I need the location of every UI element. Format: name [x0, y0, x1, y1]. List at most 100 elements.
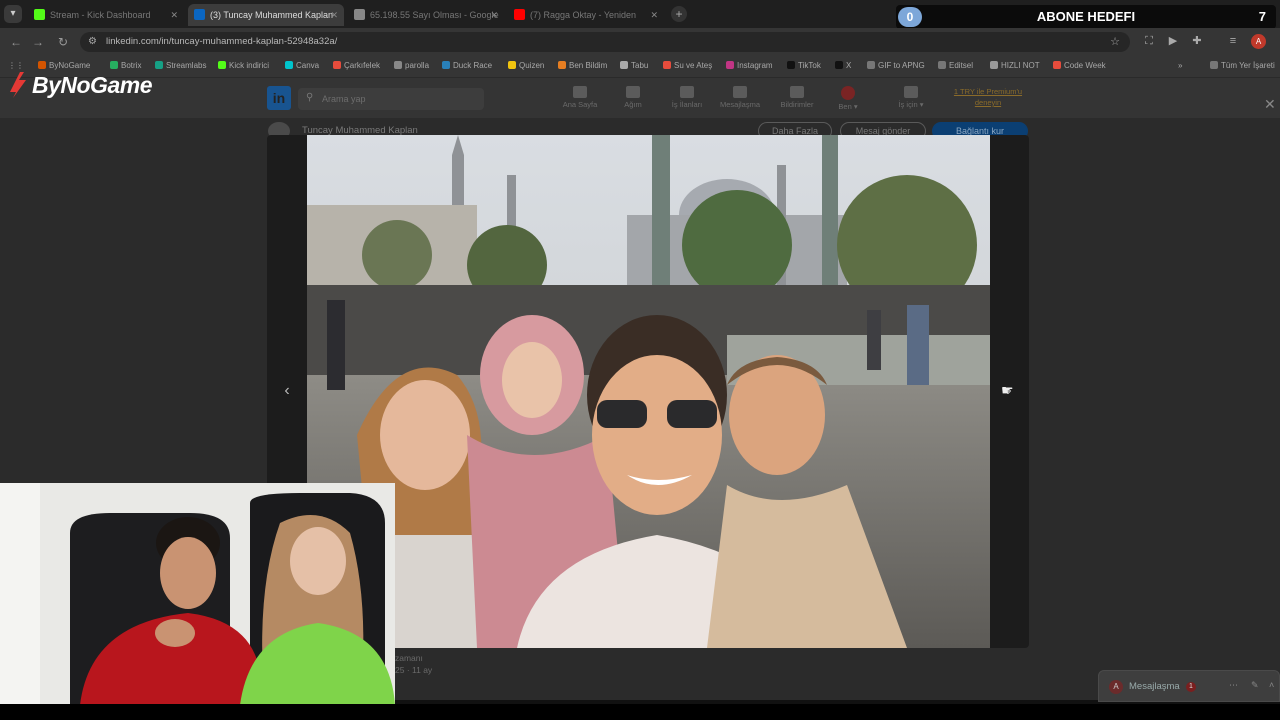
downloads-icon[interactable]: ≡ — [1226, 34, 1240, 48]
bookmark-item[interactable]: ByNoGame — [38, 61, 90, 70]
bookmark-item[interactable]: Quizen — [508, 61, 544, 70]
bookmark-item[interactable]: Çarkıfelek — [333, 61, 380, 70]
nav-messaging-label: Mesajlaşma — [719, 100, 760, 109]
nav-network[interactable]: Ağım — [608, 82, 658, 109]
bookmark-star-icon[interactable]: ☆ — [1108, 35, 1122, 49]
browser-tab[interactable]: Stream - Kick Dashboard ✕ — [28, 4, 184, 26]
bookmark-item[interactable]: Botrix — [110, 61, 141, 70]
linkedin-logo[interactable]: in — [267, 86, 291, 110]
close-icon[interactable]: ✕ — [1264, 96, 1276, 113]
nav-home-icon — [573, 86, 587, 98]
tab-close-icon[interactable]: ✕ — [650, 4, 658, 26]
nav-network-icon — [626, 86, 640, 98]
bookmark-item[interactable]: parolla — [394, 61, 429, 70]
bookmark-favicon-icon — [508, 61, 516, 69]
tab-close-icon[interactable]: ✕ — [330, 4, 338, 26]
brand-name: ByNoGame — [32, 72, 152, 98]
premium-link[interactable]: 1 TRY ile Premium'u deneyin — [948, 86, 1028, 108]
nav-home-label: Ana Sayfa — [562, 100, 598, 109]
webcam-feed-image — [0, 483, 395, 705]
bookmark-label: Botrix — [121, 61, 142, 70]
bookmark-favicon-icon — [726, 61, 734, 69]
new-tab-button[interactable]: + — [671, 6, 687, 22]
tab-label: 65.198.55 Sayı Olması - Google — [370, 10, 499, 20]
post-meta-line-1: zamanı — [395, 653, 423, 663]
bookmark-favicon-icon — [938, 61, 946, 69]
post-meta-line-2: 25 · 11 ay — [395, 665, 433, 675]
bookmark-item[interactable]: Instagram — [726, 61, 773, 70]
nav-notifications[interactable]: Bildirimler — [772, 82, 822, 109]
extensions-icon[interactable]: ✚ — [1190, 34, 1204, 48]
bookmark-favicon-icon — [787, 61, 795, 69]
bookmark-label: Ben Bildim — [569, 61, 608, 70]
bookmark-label: X — [846, 61, 852, 70]
bookmark-item[interactable]: Code Week — [1053, 61, 1106, 70]
tab-close-icon[interactable]: ✕ — [170, 4, 178, 26]
bynogame-mark-icon — [10, 72, 26, 98]
bookmark-item[interactable]: X — [835, 61, 851, 70]
bookmark-favicon-icon — [333, 61, 341, 69]
messaging-widget[interactable]: A Mesajlaşma 1 ⋯ ✎ ˄ — [1098, 670, 1280, 702]
search-icon: ⚲ — [306, 92, 314, 103]
bookmark-favicon-icon — [835, 61, 843, 69]
bookmark-favicon-icon — [285, 61, 293, 69]
bookmark-item[interactable]: GIF to APNG — [867, 61, 925, 70]
chevron-up-icon[interactable]: ˄ — [1269, 680, 1274, 690]
browser-tab[interactable]: (7) Ragga Oktay - Yeniden ✕ — [508, 4, 664, 26]
nav-messaging-icon — [733, 86, 747, 98]
nav-jobs[interactable]: İş İlanları — [662, 82, 712, 109]
bookmark-favicon-icon — [663, 61, 671, 69]
all-bookmarks-folder[interactable]: Tüm Yer İşareti — [1210, 61, 1275, 70]
bookmark-item[interactable]: Canva — [285, 61, 319, 70]
screen-capture-icon[interactable]: ⛶ — [1142, 34, 1156, 48]
goal-label: ABONE HEDEFI — [1036, 9, 1136, 24]
profile-avatar[interactable]: A — [1251, 34, 1266, 49]
more-options-icon[interactable]: ⋯ — [1229, 680, 1238, 691]
bookmark-label: Canva — [296, 61, 320, 70]
bookmark-item[interactable]: Kick indirici — [218, 61, 269, 70]
tab-close-icon[interactable]: ✕ — [490, 4, 498, 26]
nav-business[interactable]: İş için ▾ — [886, 82, 936, 109]
bookmark-label: GIF to APNG — [878, 61, 925, 70]
all-bookmarks-label: Tüm Yer İşareti — [1221, 61, 1275, 70]
bookmark-label: Duck Race — [453, 61, 493, 70]
tab-favicon-icon — [354, 9, 365, 20]
bookmark-label: HIZLI NOT — [1001, 61, 1040, 70]
bookmark-item[interactable]: Editsel — [938, 61, 973, 70]
bookmark-item[interactable]: Su ve Ateş — [663, 61, 712, 70]
nav-home[interactable]: Ana Sayfa — [555, 82, 605, 109]
reload-icon[interactable]: ↻ — [55, 34, 71, 50]
bookmark-item[interactable]: Tabu — [620, 61, 648, 70]
bookmarks-bar: ⋮⋮ ByNoGame Botrix Streamlabs Kick indirici… — [0, 56, 1280, 78]
site-info-icon[interactable]: ⚙ — [88, 36, 97, 47]
address-bar[interactable]: ⚙ linkedin.com/in/tuncay-muhammed-kaplan… — [80, 32, 1130, 52]
search-placeholder: Arama yap — [322, 94, 366, 104]
bookmark-item[interactable]: TikTok — [787, 61, 821, 70]
forward-icon[interactable]: → — [30, 34, 46, 50]
nav-me[interactable]: Ben ▾ — [823, 82, 873, 111]
back-icon[interactable]: ← — [8, 34, 24, 50]
hand-cursor-icon: ☛ — [1001, 382, 1014, 398]
nav-notifications-icon — [790, 86, 804, 98]
apps-grid-icon[interactable]: ⋮⋮ — [8, 61, 24, 70]
browser-tab[interactable]: 65.198.55 Sayı Olması - Google ✕ — [348, 4, 504, 26]
bookmarks-overflow-button[interactable]: » — [1178, 61, 1182, 70]
tab-search-button[interactable]: ▾ — [4, 5, 22, 23]
compose-icon[interactable]: ✎ — [1251, 680, 1259, 691]
bookmark-item[interactable]: Streamlabs — [155, 61, 206, 70]
bookmark-item[interactable]: Duck Race — [442, 61, 492, 70]
bookmark-favicon-icon — [867, 61, 875, 69]
messaging-label: Mesajlaşma — [1129, 681, 1180, 692]
bookmark-favicon-icon — [110, 61, 118, 69]
bookmark-item[interactable]: Ben Bildim — [558, 61, 607, 70]
previous-image-button[interactable]: ‹ — [277, 381, 297, 401]
search-input[interactable]: ⚲ Arama yap — [298, 88, 484, 110]
browser-tab[interactable]: (3) Tuncay Muhammed Kaplan ✕ — [188, 4, 344, 26]
bookmark-label: ByNoGame — [49, 61, 91, 70]
bookmark-item[interactable]: HIZLI NOT — [990, 61, 1040, 70]
nav-network-label: Ağım — [624, 100, 642, 109]
nav-messaging[interactable]: Mesajlaşma — [715, 82, 765, 109]
media-play-icon[interactable]: ▶ — [1166, 34, 1180, 48]
tab-label: (3) Tuncay Muhammed Kaplan — [210, 10, 334, 20]
bookmark-favicon-icon — [1053, 61, 1061, 69]
